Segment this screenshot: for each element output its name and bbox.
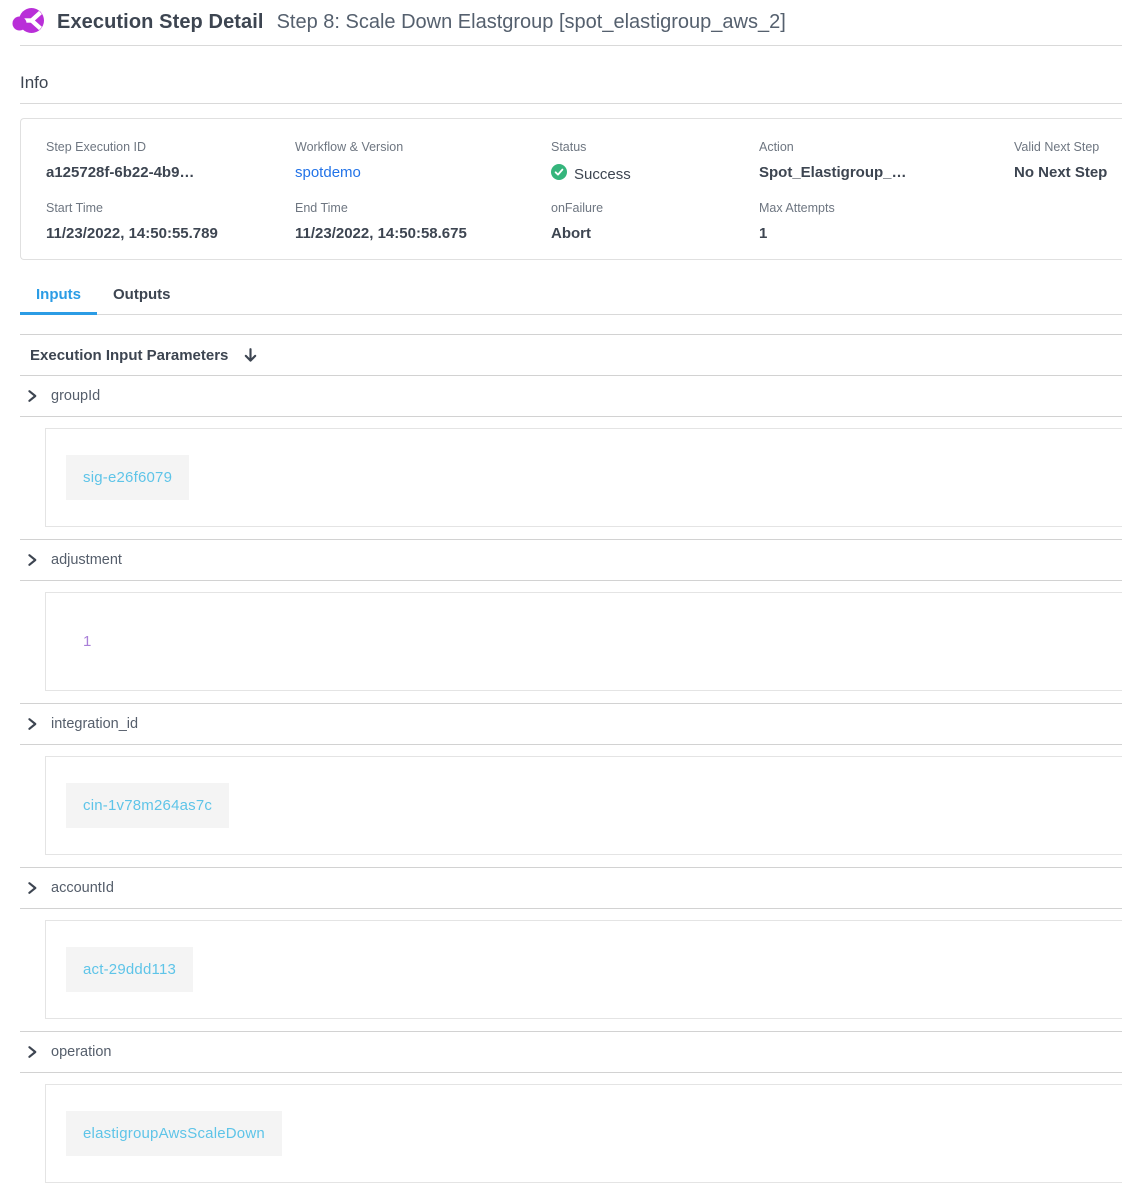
chevron-right-icon: [25, 389, 39, 403]
field-onfailure: onFailure Abort: [551, 201, 759, 242]
param-row-header[interactable]: integration_id: [20, 704, 1122, 745]
chevron-right-icon: [25, 881, 39, 895]
param-row-groupid: groupId sig-e26f6079: [20, 376, 1122, 527]
param-rows: groupId sig-e26f6079 adjustment 1: [20, 376, 1122, 1183]
param-row-header[interactable]: groupId: [20, 376, 1122, 417]
header-divider: [20, 45, 1122, 46]
status-badge: Success: [551, 164, 749, 184]
field-action: Action Spot_Elastigroup_…: [759, 140, 1014, 184]
field-label: End Time: [295, 201, 541, 215]
field-step-execution-id: Step Execution ID a125728f-6b22-4b9…: [46, 140, 295, 184]
page-title: Execution Step Detail: [57, 11, 264, 34]
param-row-integration-id: integration_id cin-1v78m264as7c: [20, 703, 1122, 855]
param-value-chip: sig-e26f6079: [66, 455, 189, 500]
param-value-panel: act-29ddd113: [45, 920, 1122, 1019]
param-row-header[interactable]: accountId: [20, 868, 1122, 909]
execution-input-parameters-title: Execution Input Parameters: [30, 347, 228, 364]
field-value: a125728f-6b22-4b9…: [46, 164, 285, 181]
chevron-right-icon: [25, 717, 39, 731]
field-label: Valid Next Step: [1014, 140, 1112, 154]
field-end-time: End Time 11/23/2022, 14:50:58.675: [295, 201, 551, 242]
field-value: Abort: [551, 225, 749, 242]
param-name: adjustment: [51, 552, 122, 568]
field-label: Status: [551, 140, 749, 154]
inputs-panel: Execution Input Parameters groupId sig-e…: [0, 334, 1122, 1183]
field-value: 11/23/2022, 14:50:55.789: [46, 225, 285, 242]
field-label: onFailure: [551, 201, 749, 215]
detail-tabs: Inputs Outputs: [20, 277, 1122, 315]
info-card: Step Execution ID a125728f-6b22-4b9… Wor…: [20, 118, 1122, 260]
field-value: 1: [759, 225, 1004, 242]
param-name: accountId: [51, 880, 114, 896]
info-divider: [20, 103, 1122, 104]
tab-inputs[interactable]: Inputs: [20, 277, 97, 314]
field-label: Start Time: [46, 201, 285, 215]
tab-outputs[interactable]: Outputs: [97, 277, 187, 314]
field-label: Workflow & Version: [295, 140, 541, 154]
success-check-icon: [551, 164, 567, 184]
param-value-number: 1: [66, 619, 109, 664]
param-name: operation: [51, 1044, 111, 1060]
field-label: Max Attempts: [759, 201, 1004, 215]
status-text: Success: [574, 166, 631, 183]
param-value-chip: act-29ddd113: [66, 947, 193, 992]
info-section-title: Info: [20, 73, 1122, 93]
app-header: Execution Step Detail Step 8: Scale Down…: [0, 0, 1122, 45]
field-empty: [1014, 201, 1122, 242]
param-row-header[interactable]: adjustment: [20, 540, 1122, 581]
chevron-right-icon: [25, 553, 39, 567]
param-name: groupId: [51, 388, 100, 404]
field-label: Action: [759, 140, 1004, 154]
field-value: 11/23/2022, 14:50:58.675: [295, 225, 541, 242]
param-value-panel: elastigroupAwsScaleDown: [45, 1084, 1122, 1183]
spot-logo-icon: [12, 6, 44, 38]
param-name: integration_id: [51, 716, 138, 732]
field-max-attempts: Max Attempts 1: [759, 201, 1014, 242]
param-value-chip: elastigroupAwsScaleDown: [66, 1111, 282, 1156]
param-value-panel: 1: [45, 592, 1122, 691]
field-value: No Next Step: [1014, 164, 1112, 181]
param-row-operation: operation elastigroupAwsScaleDown: [20, 1031, 1122, 1183]
download-arrow-icon[interactable]: [242, 347, 259, 364]
param-value-panel: sig-e26f6079: [45, 428, 1122, 527]
page-subtitle: Step 8: Scale Down Elastgroup [spot_elas…: [277, 11, 786, 34]
chevron-right-icon: [25, 1045, 39, 1059]
param-value-chip: cin-1v78m264as7c: [66, 783, 229, 828]
field-label: Step Execution ID: [46, 140, 285, 154]
field-value: Spot_Elastigroup_…: [759, 164, 1004, 181]
param-value-panel: cin-1v78m264as7c: [45, 756, 1122, 855]
param-row-header[interactable]: operation: [20, 1032, 1122, 1073]
field-workflow-version: Workflow & Version spotdemo: [295, 140, 551, 184]
param-row-accountid: accountId act-29ddd113: [20, 867, 1122, 1019]
workflow-link[interactable]: spotdemo: [295, 164, 541, 181]
param-row-adjustment: adjustment 1: [20, 539, 1122, 691]
field-valid-next-step: Valid Next Step No Next Step: [1014, 140, 1122, 184]
execution-input-parameters-header: Execution Input Parameters: [20, 334, 1122, 376]
field-start-time: Start Time 11/23/2022, 14:50:55.789: [46, 201, 295, 242]
field-status: Status Success: [551, 140, 759, 184]
